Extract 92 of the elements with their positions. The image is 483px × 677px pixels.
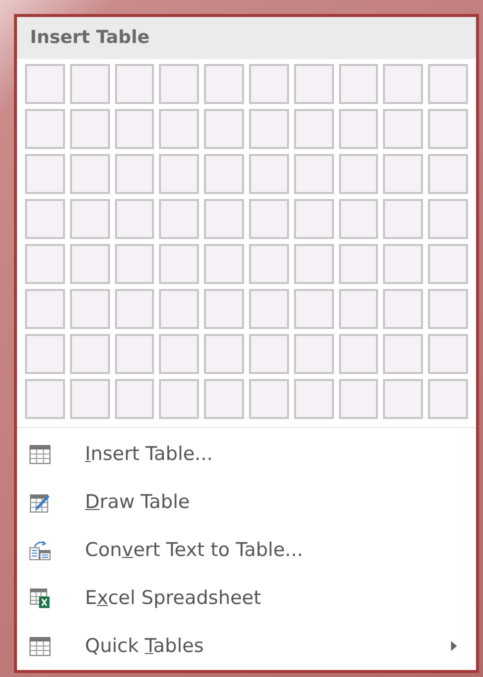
grid-cell[interactable] (114, 109, 154, 149)
grid-cell[interactable] (204, 109, 244, 149)
grid-cell[interactable] (159, 64, 200, 104)
menu-item[interactable]: Insert Table... (17, 430, 476, 478)
grid-cell[interactable] (383, 154, 424, 194)
grid-cell[interactable] (428, 289, 468, 329)
submenu-arrow-icon (450, 640, 458, 652)
grid-cell[interactable] (338, 334, 378, 374)
grid-cell[interactable] (294, 199, 334, 239)
table-icon (29, 636, 51, 656)
grid-cell[interactable] (70, 64, 110, 104)
convert-icon (29, 540, 51, 560)
grid-cell[interactable] (159, 109, 200, 149)
grid-cell[interactable] (248, 379, 289, 419)
grid-cell[interactable] (159, 334, 200, 374)
table-pencil-icon (29, 492, 51, 512)
grid-cell[interactable] (159, 289, 200, 329)
grid-cell[interactable] (383, 334, 424, 374)
grid-cell[interactable] (114, 244, 154, 284)
grid-cell[interactable] (25, 244, 65, 284)
grid-cell[interactable] (338, 199, 378, 239)
grid-cell[interactable] (294, 154, 334, 194)
grid-cell[interactable] (338, 289, 378, 329)
grid-cell[interactable] (248, 154, 289, 194)
grid-cell[interactable] (428, 244, 468, 284)
grid-cell[interactable] (159, 379, 200, 419)
grid-cell[interactable] (248, 244, 289, 284)
grid-cell[interactable] (114, 199, 154, 239)
grid-cell[interactable] (338, 154, 378, 194)
menu-item[interactable]: Quick Tables (17, 622, 476, 670)
grid-cell[interactable] (204, 199, 244, 239)
grid-cell[interactable] (204, 64, 244, 104)
grid-cell[interactable] (25, 334, 65, 374)
grid-cell[interactable] (338, 109, 378, 149)
spreadsheet-icon (29, 588, 51, 608)
grid-cell[interactable] (159, 199, 200, 239)
grid-cell[interactable] (294, 334, 334, 374)
grid-cell[interactable] (159, 154, 200, 194)
grid-cell[interactable] (204, 244, 244, 284)
menu-header: Insert Table (17, 17, 476, 59)
grid-cell[interactable] (114, 379, 154, 419)
menu-item[interactable]: Draw Table (17, 478, 476, 526)
grid-cell[interactable] (25, 109, 65, 149)
grid-cell[interactable] (383, 64, 424, 104)
grid-cell[interactable] (338, 379, 378, 419)
grid-cell[interactable] (338, 64, 378, 104)
grid-cell[interactable] (204, 379, 244, 419)
grid-cell[interactable] (248, 199, 289, 239)
grid-cell[interactable] (428, 109, 468, 149)
grid-cell[interactable] (204, 289, 244, 329)
grid-cell[interactable] (383, 244, 424, 284)
grid-cell[interactable] (248, 289, 289, 329)
grid-cell[interactable] (428, 64, 468, 104)
grid-cell[interactable] (204, 154, 244, 194)
grid-cell[interactable] (338, 244, 378, 284)
grid-cell[interactable] (159, 244, 200, 284)
grid-cell[interactable] (248, 109, 289, 149)
grid-cell[interactable] (383, 379, 424, 419)
grid-cell[interactable] (204, 334, 244, 374)
grid-cell[interactable] (70, 109, 110, 149)
grid-cell[interactable] (248, 334, 289, 374)
grid-cell[interactable] (70, 154, 110, 194)
grid-cell[interactable] (248, 64, 289, 104)
grid-cell[interactable] (70, 244, 110, 284)
grid-cell[interactable] (70, 379, 110, 419)
menu-item[interactable]: Excel Spreadsheet (17, 574, 476, 622)
grid-cell[interactable] (114, 334, 154, 374)
grid-cell[interactable] (294, 109, 334, 149)
table-icon (29, 444, 51, 464)
grid-cell[interactable] (383, 109, 424, 149)
grid-cell[interactable] (25, 379, 65, 419)
grid-cell[interactable] (70, 334, 110, 374)
menu-item[interactable]: Convert Text to Table... (17, 526, 476, 574)
grid-cell[interactable] (25, 289, 65, 329)
grid-cell[interactable] (294, 379, 334, 419)
grid-cell[interactable] (114, 64, 154, 104)
grid-cell[interactable] (70, 289, 110, 329)
grid-cell[interactable] (25, 64, 65, 104)
grid-cell[interactable] (383, 199, 424, 239)
grid-cell[interactable] (294, 244, 334, 284)
grid-cell[interactable] (428, 199, 468, 239)
grid-cell[interactable] (25, 154, 65, 194)
grid-cell[interactable] (294, 64, 334, 104)
grid-cell[interactable] (25, 199, 65, 239)
grid-cell[interactable] (428, 334, 468, 374)
grid-cell[interactable] (70, 199, 110, 239)
grid-cell[interactable] (428, 154, 468, 194)
grid-cell[interactable] (428, 379, 468, 419)
grid-cell[interactable] (383, 289, 424, 329)
grid-cell[interactable] (114, 289, 154, 329)
grid-cell[interactable] (294, 289, 334, 329)
grid-cell[interactable] (114, 154, 154, 194)
